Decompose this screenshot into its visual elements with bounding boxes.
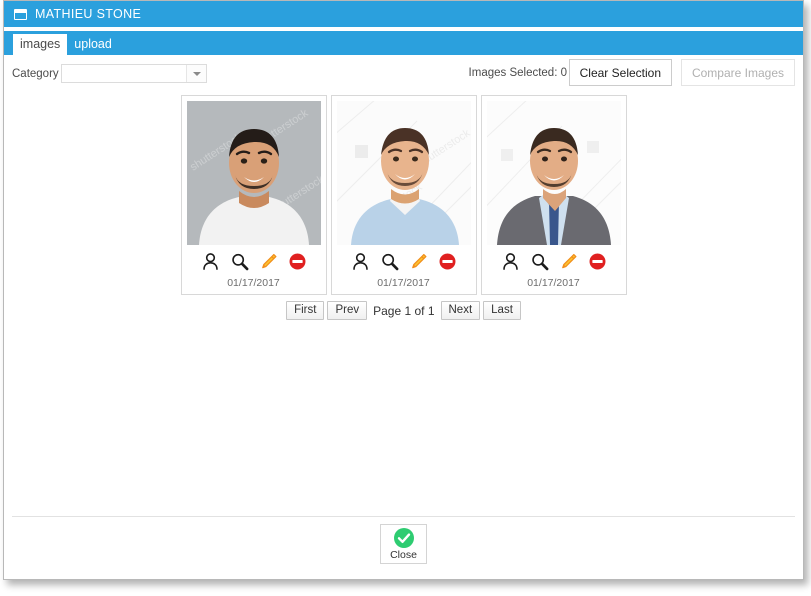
window-icon [14, 8, 27, 20]
tab-upload[interactable]: upload [67, 34, 119, 55]
delete-image-icon[interactable] [587, 251, 607, 271]
pagination-last-button[interactable]: Last [483, 301, 521, 320]
image-thumbnail[interactable]: shutterstock shutterstock [336, 101, 471, 245]
footer: Close [4, 517, 803, 571]
clear-selection-button[interactable]: Clear Selection [568, 59, 672, 86]
tab-images[interactable]: images [13, 34, 68, 55]
chevron-down-icon[interactable] [186, 65, 206, 82]
title-bar: MATHIEU STONE [4, 1, 803, 27]
close-button[interactable]: Close [380, 524, 427, 564]
category-input[interactable] [62, 65, 186, 82]
image-card[interactable]: shutterstock shutterstock [330, 95, 477, 295]
edit-image-icon[interactable] [408, 251, 428, 271]
delete-image-icon[interactable] [437, 251, 457, 271]
view-image-icon[interactable] [229, 251, 249, 271]
pagination-next-button[interactable]: Next [440, 301, 481, 320]
image-date: 01/17/2017 [527, 277, 580, 289]
image-date: 01/17/2017 [227, 277, 280, 289]
toolbar: Category Images Selected: 0 Clear Select… [4, 55, 803, 95]
tab-bar: images upload [4, 31, 803, 55]
pagination-page-indicator: Page 1 of 1 [373, 303, 435, 318]
image-card[interactable]: 01/17/2017 [480, 95, 627, 295]
images-gallery: shutterstock shutterstock shutterstock 0… [4, 95, 803, 320]
image-card[interactable]: shutterstock shutterstock shutterstock 0… [180, 95, 327, 295]
images-selected-count: Images Selected: 0 [468, 67, 567, 79]
delete-image-icon[interactable] [287, 251, 307, 271]
pagination: First Prev Page 1 of 1 Next Last [4, 301, 803, 320]
image-date: 01/17/2017 [377, 277, 430, 289]
card-action-row [337, 245, 471, 277]
edit-image-icon[interactable] [558, 251, 578, 271]
pagination-prev-button[interactable]: Prev [327, 301, 368, 320]
assign-person-icon[interactable] [350, 251, 370, 271]
compare-images-button: Compare Images [680, 59, 795, 86]
card-action-row [187, 245, 321, 277]
edit-image-icon[interactable] [258, 251, 278, 271]
image-thumbnail[interactable] [486, 101, 621, 245]
card-action-row [487, 245, 621, 277]
images-dialog-window: MATHIEU STONE images upload Category Ima… [3, 0, 804, 580]
category-label: Category [12, 68, 59, 80]
image-thumbnail[interactable]: shutterstock shutterstock shutterstock [186, 101, 321, 245]
category-dropdown[interactable] [61, 64, 207, 83]
view-image-icon[interactable] [379, 251, 399, 271]
close-button-label: Close [390, 549, 417, 561]
view-image-icon[interactable] [529, 251, 549, 271]
green-check-circle-icon [393, 528, 414, 548]
assign-person-icon[interactable] [500, 251, 520, 271]
page-title: MATHIEU STONE [35, 7, 142, 21]
pagination-first-button[interactable]: First [286, 301, 325, 320]
assign-person-icon[interactable] [200, 251, 220, 271]
